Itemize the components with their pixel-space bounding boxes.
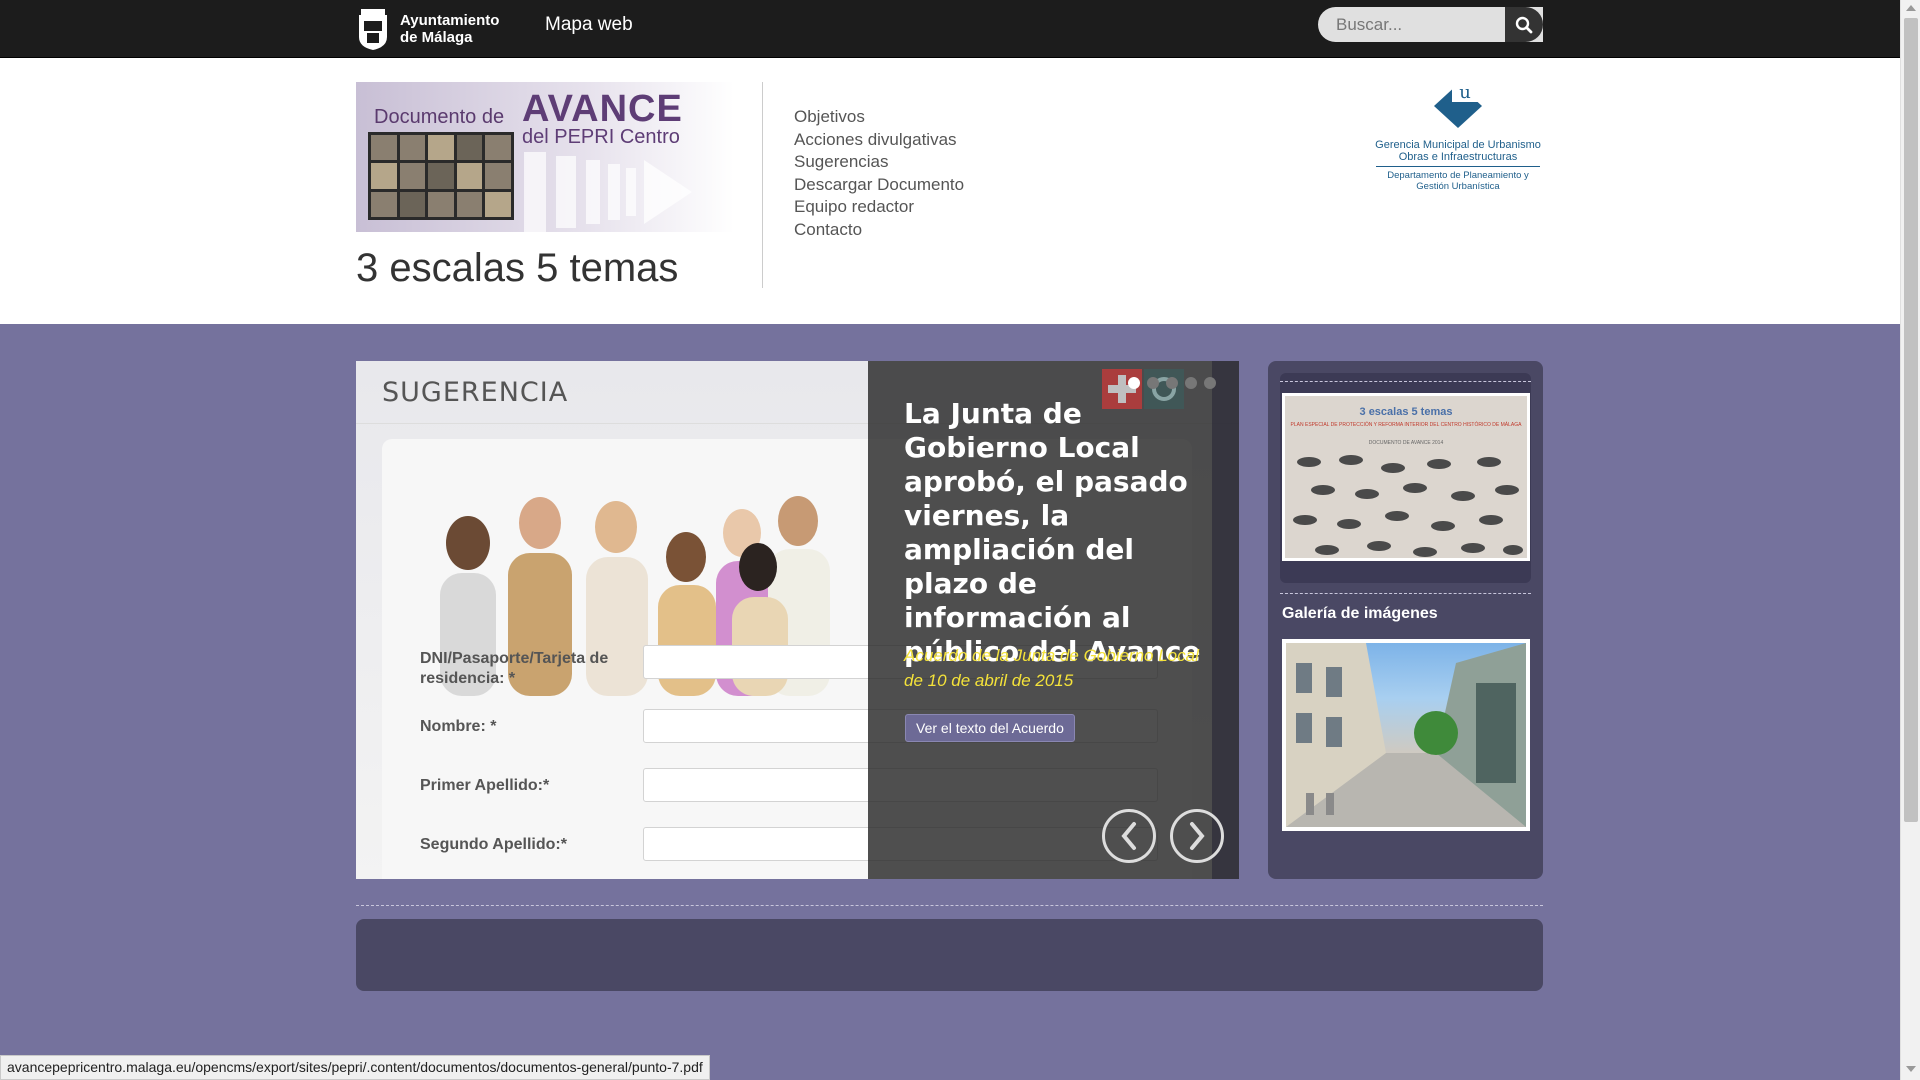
label-dni: DNI/Pasaporte/Tarjeta de residencia: * [420, 650, 609, 687]
gmu-text-4: Gestión Urbanística [1416, 181, 1500, 192]
street-photo [1286, 643, 1526, 827]
footprints-graphic [1293, 455, 1523, 557]
slide-heading: La Junta de Gobierno Local aprobó, el pa… [904, 397, 1201, 668]
nav-item-equipo[interactable]: Equipo redactor [794, 196, 964, 219]
gmu-text-2: Obras e Infraestructuras [1398, 151, 1518, 163]
slider-dot-5[interactable] [1204, 377, 1216, 389]
sidebar-column: 3 escalas 5 temas PLAN ESPECIAL DE PROTE… [1268, 361, 1543, 879]
slide-subheading[interactable]: Acuerdo de la Junta de Gobierno Local de… [904, 643, 1204, 693]
logo-line1: Ayuntamiento [400, 12, 500, 29]
label-nombre: Nombre: * [420, 718, 497, 735]
banner-arrow-graphic [524, 152, 692, 232]
news-slider: SUGERENCIA DNI/Pasaporte/Tarjeta de resi… [356, 361, 1239, 879]
nav-item-objetivos[interactable]: Objetivos [794, 106, 964, 129]
content-divider [356, 905, 1543, 906]
document-thumbnail[interactable]: 3 escalas 5 temas PLAN ESPECIAL DE PROTE… [1282, 393, 1530, 561]
nav-item-contacto[interactable]: Contacto [794, 219, 964, 242]
form-title: SUGERENCIA [382, 377, 569, 408]
document-cover: 3 escalas 5 temas PLAN ESPECIAL DE PROTE… [1285, 396, 1527, 558]
chevron-right-icon [1190, 822, 1205, 850]
search-button[interactable] [1505, 7, 1543, 42]
bottom-panel [356, 919, 1543, 991]
gmu-line1: Gerencia Municipal de Urbanismo Obras e … [1368, 139, 1548, 163]
slider-dot-2[interactable] [1147, 377, 1159, 389]
slider-pagination [1128, 377, 1216, 389]
gmu-text-1: Gerencia Municipal de Urbanismo [1375, 139, 1541, 151]
gmu-separator [1376, 166, 1540, 167]
sitemap-link[interactable]: Mapa web [545, 14, 633, 36]
nav-item-descargar[interactable]: Descargar Documento [794, 174, 964, 197]
page-subtitle: 3 escalas 5 temas [356, 246, 679, 290]
city-shield-icon [359, 9, 387, 50]
gmu-text-3: Departamento de Planeamiento y [1387, 170, 1529, 181]
gallery-title[interactable]: Galería de imágenes [1282, 605, 1438, 623]
slide-overlay-edge [1212, 361, 1239, 879]
avance-banner[interactable]: Documento de AVANCE del PEPRI Centro [356, 82, 734, 232]
scrollbar-thumb[interactable] [1904, 18, 1918, 822]
nav-item-sugerencias[interactable]: Sugerencias [794, 151, 964, 174]
slider-next-button[interactable] [1170, 809, 1224, 863]
doc-thumb-edition: DOCUMENTO DE AVANCE 2014 [1368, 440, 1444, 446]
nav-item-acciones[interactable]: Acciones divulgativas [794, 129, 964, 152]
svg-text:u: u [1459, 82, 1471, 103]
sidebar-divider-2 [1280, 593, 1531, 594]
slider-dot-1[interactable] [1128, 377, 1140, 389]
ayuntamiento-logo[interactable]: Ayuntamiento de Málaga [356, 6, 499, 52]
doc-thumb-subtitle: PLAN ESPECIAL DE PROTECCIÓN Y REFORMA IN… [1290, 422, 1522, 428]
slider-dot-3[interactable] [1166, 377, 1178, 389]
sidebar-divider-1 [1280, 381, 1531, 382]
browser-status-url: avancepepricentro.malaga.eu/opencms/expo… [0, 1055, 710, 1080]
logo-line2: de Málaga [400, 29, 473, 46]
slider-dot-4[interactable] [1185, 377, 1197, 389]
label-apellido2: Segundo Apellido:* [420, 836, 567, 853]
gmu-line2: Departamento de Planeamiento y Gestión U… [1368, 170, 1548, 192]
view-agreement-button[interactable]: Ver el texto del Acuerdo [905, 714, 1075, 742]
banner-line3: del PEPRI Centro [522, 126, 680, 148]
main-nav: Objetivos Acciones divulgativas Sugerenc… [794, 106, 964, 242]
scroll-down-arrow-icon[interactable] [1906, 1066, 1916, 1072]
header-divider [762, 82, 763, 288]
site-header: Documento de AVANCE del PEPRI Centro 3 e… [0, 58, 1900, 324]
page-scrollbar[interactable] [1900, 0, 1920, 1080]
logo-text: Ayuntamiento de Málaga [400, 12, 499, 46]
gmu-emblem-icon: u [1434, 82, 1482, 128]
search-icon [1515, 16, 1533, 33]
banner-photo-grid [368, 132, 514, 220]
banner-line2: AVANCE [522, 88, 683, 130]
street-scene-graphic [1286, 643, 1526, 827]
chevron-left-icon [1121, 822, 1136, 850]
slider-prev-button[interactable] [1102, 809, 1156, 863]
top-navbar: Ayuntamiento de Málaga Mapa web [0, 0, 1900, 58]
scroll-up-arrow-icon[interactable] [1906, 5, 1916, 11]
gallery-thumbnail[interactable] [1282, 639, 1530, 831]
banner-line1: Documento de [374, 106, 505, 128]
doc-thumb-title: 3 escalas 5 temas [1359, 406, 1453, 418]
gmu-logo[interactable]: u Gerencia Municipal de Urbanismo Obras … [1368, 82, 1548, 192]
main-content: SUGERENCIA DNI/Pasaporte/Tarjeta de resi… [0, 324, 1900, 1080]
label-apellido1: Primer Apellido:* [420, 777, 550, 794]
